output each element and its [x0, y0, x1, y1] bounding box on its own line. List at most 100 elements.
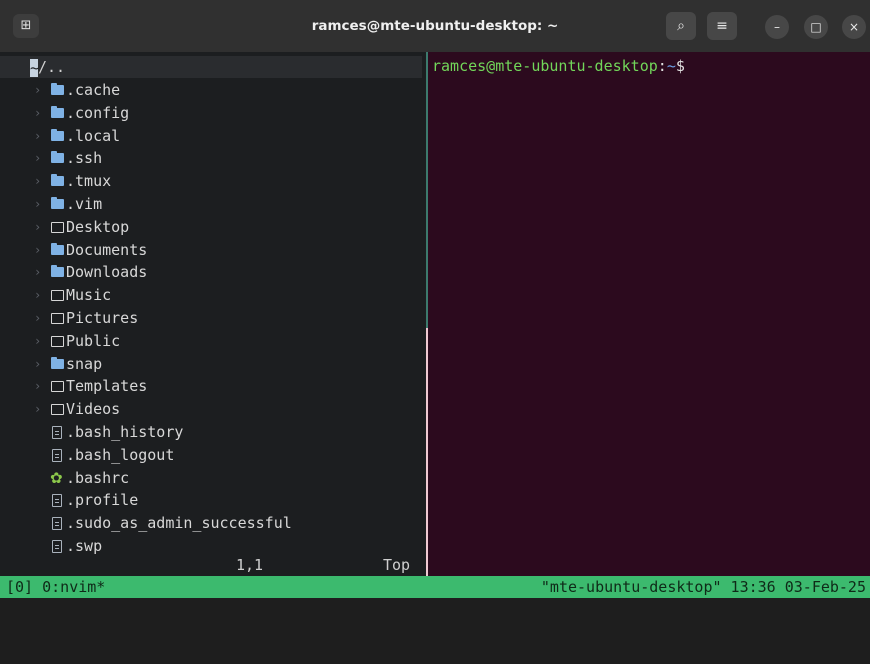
- chevron-right-icon[interactable]: ›: [34, 170, 41, 192]
- chevron-right-icon[interactable]: ›: [34, 398, 41, 420]
- folder-outline-icon: [50, 284, 66, 306]
- file-icon: [50, 444, 66, 466]
- tree-item-label: .config: [66, 103, 130, 122]
- tree-item[interactable]: .swp: [0, 535, 426, 557]
- tree-item-label: .ssh: [66, 149, 103, 168]
- folder-icon: [50, 261, 66, 283]
- tree-item[interactable]: › Documents: [0, 239, 426, 261]
- chevron-right-icon[interactable]: ›: [34, 353, 41, 375]
- chevron-right-icon[interactable]: ›: [34, 147, 41, 169]
- tree-item[interactable]: › .config: [0, 102, 426, 124]
- tree-item[interactable]: › snap: [0, 353, 426, 375]
- tree-item[interactable]: › .cache: [0, 79, 426, 101]
- folder-icon: [50, 79, 66, 101]
- icon-shape: [51, 381, 64, 393]
- folder-icon: [50, 147, 66, 169]
- icon-shape: [51, 290, 64, 302]
- folder-outline-icon: [50, 307, 66, 329]
- prompt-dollar: $: [675, 57, 685, 75]
- tree-header[interactable]: ~/..: [0, 56, 422, 78]
- nvim-file-tree-pane[interactable]: ~/.. › .cache › .config › .local › .ssh › .tmux ›.…: [0, 52, 426, 576]
- icon-shape: [52, 540, 62, 553]
- menu-icon[interactable]: ≡: [707, 12, 737, 40]
- shell-pane[interactable]: ramces@mte-ubuntu-desktop:~$: [428, 52, 870, 576]
- close-icon[interactable]: ×: [842, 15, 866, 39]
- tree-item[interactable]: .sudo_as_admin_successful: [0, 512, 426, 534]
- chevron-right-icon[interactable]: ›: [34, 193, 41, 215]
- prompt-colon: :: [657, 57, 667, 75]
- tree-item[interactable]: .bash_history: [0, 421, 426, 443]
- icon-shape: [51, 335, 64, 347]
- tree-item[interactable]: ✿ .bashrc: [0, 467, 426, 489]
- tree-item[interactable]: › Pictures: [0, 307, 426, 329]
- terminal-area[interactable]: ~/.. › .cache › .config › .local › .ssh › .tmux ›.…: [0, 52, 870, 598]
- tree-item[interactable]: › .local: [0, 125, 426, 147]
- tree-item[interactable]: .bash_logout: [0, 444, 426, 466]
- chevron-right-icon[interactable]: ›: [34, 307, 41, 329]
- icon-shape: ✿: [50, 468, 63, 487]
- tree-item-label: Public: [66, 331, 121, 350]
- folder-icon: [50, 170, 66, 192]
- tree-item[interactable]: .profile: [0, 489, 426, 511]
- search-icon[interactable]: ⌕: [666, 12, 696, 40]
- tree-item-label: .swp: [66, 537, 103, 555]
- chevron-right-icon[interactable]: ›: [34, 216, 41, 238]
- prompt-path: ~: [666, 57, 676, 75]
- tree-item-label: Documents: [66, 240, 148, 259]
- chevron-right-icon[interactable]: ›: [34, 284, 41, 306]
- tree-item-label: .cache: [66, 81, 121, 99]
- chevron-right-icon[interactable]: ›: [34, 125, 41, 147]
- icon-shape: [51, 83, 64, 95]
- file-icon: [50, 535, 66, 557]
- tree-item[interactable]: › Public: [0, 330, 426, 352]
- tree-item[interactable]: › Templates: [0, 375, 426, 397]
- folder-icon: [50, 239, 66, 261]
- prompt-user-host: ramces@mte-ubuntu-desktop: [432, 57, 658, 75]
- tree-item[interactable]: › Videos: [0, 398, 426, 420]
- chevron-right-icon[interactable]: ›: [34, 375, 41, 397]
- tree-item[interactable]: › .ssh: [0, 147, 426, 169]
- tree-item-label: .profile: [66, 491, 139, 510]
- chevron-right-icon[interactable]: ›: [34, 261, 41, 283]
- tree-item[interactable]: › .tmux: [0, 170, 426, 192]
- icon-shape: [51, 174, 64, 187]
- text-cursor: ~: [30, 58, 40, 77]
- icon-shape: [51, 313, 64, 324]
- maximize-icon[interactable]: □: [804, 15, 828, 39]
- tree-item-label: .local: [66, 126, 121, 145]
- tree-item[interactable]: › .vim: [0, 193, 426, 215]
- folder-icon: [50, 193, 66, 215]
- chevron-right-icon[interactable]: ›: [34, 239, 41, 261]
- folder-outline-icon: [50, 330, 66, 352]
- chevron-right-icon[interactable]: ›: [34, 79, 41, 101]
- chevron-right-icon[interactable]: ›: [34, 330, 41, 352]
- tmux-window-list[interactable]: [0] 0:nvim*: [6, 576, 105, 598]
- tree-item-label: Desktop: [66, 217, 130, 236]
- folder-outline-icon: [50, 375, 66, 397]
- tree-item[interactable]: › Music: [0, 284, 426, 306]
- terminal-window: ⊞ ramces@mte-ubuntu-desktop: ~ ⌕ ≡ – □ ×…: [0, 0, 870, 598]
- tree-item-label: snap: [66, 354, 103, 373]
- tree-item-label: .vim: [66, 195, 103, 213]
- tree-item-label: Videos: [66, 400, 121, 419]
- cursor-position: 1,1: [236, 556, 264, 574]
- folder-outline-icon: [50, 216, 66, 238]
- tree-item-label: Pictures: [66, 309, 139, 327]
- scroll-position: Top: [383, 556, 411, 574]
- title-bar: ⊞ ramces@mte-ubuntu-desktop: ~ ⌕ ≡ – □ ×: [0, 0, 870, 52]
- icon-shape: [51, 105, 64, 118]
- tree-item-label: .bash_history: [66, 423, 184, 441]
- tree-item-label: Downloads: [66, 263, 148, 282]
- tree-item[interactable]: › Downloads: [0, 261, 426, 283]
- new-tab-icon[interactable]: ⊞: [13, 14, 39, 38]
- tree-item[interactable]: › Desktop: [0, 216, 426, 238]
- minimize-icon[interactable]: –: [765, 15, 789, 39]
- icon-shape: [52, 448, 62, 462]
- folder-icon: [50, 102, 66, 124]
- icon-shape: [51, 265, 64, 278]
- gear-icon: ✿: [50, 467, 66, 489]
- shell-prompt: ramces@mte-ubuntu-desktop:~$: [432, 55, 685, 77]
- icon-shape: [51, 242, 64, 255]
- tmux-status-bar: [0] 0:nvim* "mte-ubuntu-desktop" 13:36 0…: [0, 576, 870, 598]
- chevron-right-icon[interactable]: ›: [34, 102, 41, 124]
